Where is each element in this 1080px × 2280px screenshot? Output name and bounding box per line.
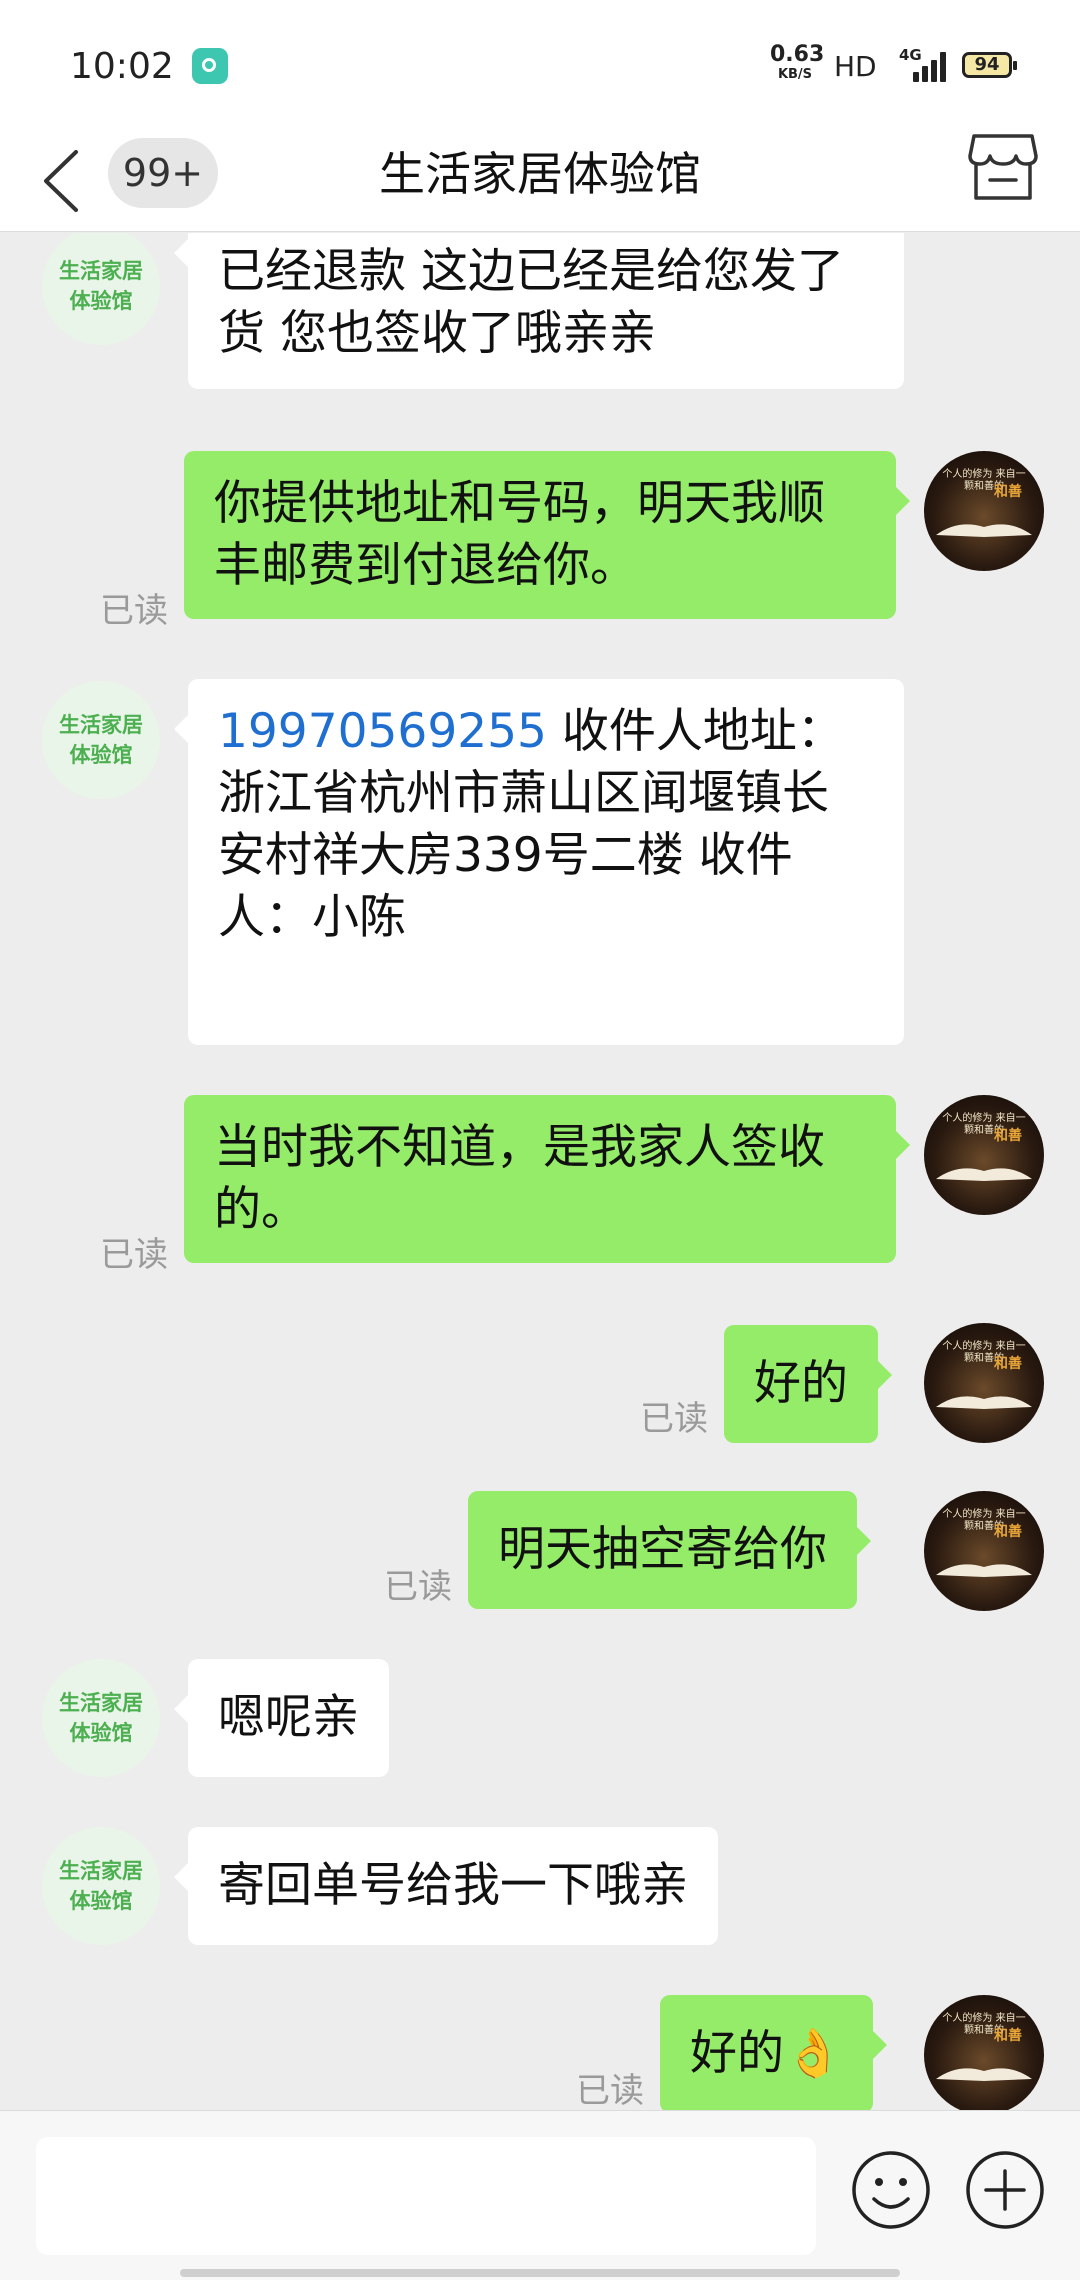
- shop-avatar-label: 生活家居体验馆: [59, 1691, 143, 1745]
- unread-count-badge[interactable]: 99+: [108, 138, 218, 208]
- shop-avatar[interactable]: 生活家居体验馆: [42, 681, 160, 799]
- network-speed-value: 0.63: [770, 42, 825, 67]
- message-bubble-received[interactable]: 已经退款 这边已经是给您发了货 您也签收了哦亲亲: [174, 233, 904, 389]
- gesture-bar: [180, 2269, 900, 2277]
- phone-link[interactable]: 19970569255: [218, 704, 547, 759]
- back-arrow-icon[interactable]: [40, 148, 84, 214]
- message-list[interactable]: 生活家居体验馆 已经退款 这边已经是给您发了货 您也签收了哦亲亲 已读 你提供地…: [0, 233, 1080, 2110]
- shop-avatar[interactable]: 生活家居体验馆: [42, 233, 160, 345]
- user-avatar-highlight: 和善: [994, 1128, 1022, 1144]
- smiley-icon[interactable]: [850, 2149, 932, 2231]
- message-bubble-sent[interactable]: 明天抽空寄给你: [468, 1491, 871, 1609]
- read-status: 已读: [384, 1567, 452, 1607]
- message-bubble-received[interactable]: 寄回单号给我一下哦亲: [174, 1827, 718, 1945]
- read-status: 已读: [100, 591, 168, 631]
- book-image: [936, 2068, 1032, 2081]
- ok-hand-emoji-icon: 👌: [784, 2026, 843, 2081]
- message-bubble-sent[interactable]: 好的: [724, 1325, 892, 1443]
- user-avatar[interactable]: 个人的修为 来自一颗和善的 和善: [924, 1491, 1044, 1611]
- user-avatar-highlight: 和善: [994, 484, 1022, 500]
- input-bar: [0, 2110, 1080, 2280]
- app-notification-icon: [192, 48, 228, 84]
- book-image: [936, 1168, 1032, 1181]
- user-avatar[interactable]: 个人的修为 来自一颗和善的 和善: [924, 451, 1044, 571]
- shop-avatar-label: 生活家居体验馆: [59, 259, 143, 313]
- status-time: 10:02: [70, 46, 174, 87]
- message-input[interactable]: [36, 2137, 816, 2255]
- user-avatar[interactable]: 个人的修为 来自一颗和善的 和善: [924, 1323, 1044, 1443]
- user-avatar-highlight: 和善: [994, 1356, 1022, 1372]
- hd-indicator: HD: [834, 50, 877, 83]
- message-bubble-received[interactable]: 嗯呢亲: [174, 1659, 389, 1777]
- book-image: [936, 1564, 1032, 1577]
- shop-avatar[interactable]: 生活家居体验馆: [42, 1659, 160, 1777]
- book-image: [936, 524, 1032, 537]
- battery-icon: 94: [962, 52, 1017, 78]
- message-bubble-sent[interactable]: 好的👌: [660, 1995, 887, 2110]
- read-status: 已读: [640, 1399, 708, 1439]
- plus-icon[interactable]: [964, 2149, 1046, 2231]
- message-text: 好的: [690, 2026, 784, 2081]
- message-bubble-sent[interactable]: 当时我不知道，是我家人签收的。: [184, 1095, 910, 1263]
- message-bubble-sent[interactable]: 你提供地址和号码，明天我顺丰邮费到付退给你。: [184, 451, 910, 619]
- shop-avatar-label: 生活家居体验馆: [59, 1859, 143, 1913]
- user-avatar[interactable]: 个人的修为 来自一颗和善的 和善: [924, 1095, 1044, 1215]
- user-avatar[interactable]: 个人的修为 来自一颗和善的 和善: [924, 1995, 1044, 2110]
- user-avatar-highlight: 和善: [994, 1524, 1022, 1540]
- read-status: 已读: [100, 1235, 168, 1275]
- read-status: 已读: [576, 2071, 644, 2110]
- network-speed-unit: KB/S: [777, 67, 813, 82]
- chat-header: 生活家居体验馆 99+: [0, 116, 1080, 232]
- status-bar: 10:02 0.63 KB/S HD 4G 94: [0, 0, 1080, 116]
- signal-icon: [905, 48, 946, 82]
- network-speed: 0.63 KB/S: [770, 42, 825, 82]
- shop-avatar-label: 生活家居体验馆: [59, 713, 143, 767]
- shop-avatar[interactable]: 生活家居体验馆: [42, 1827, 160, 1945]
- user-avatar-highlight: 和善: [994, 2028, 1022, 2044]
- book-image: [936, 1396, 1032, 1409]
- message-bubble-received[interactable]: 19970569255 收件人地址：浙江省杭州市萧山区闻堰镇长安村祥大房339号…: [174, 679, 904, 1045]
- store-icon[interactable]: [968, 132, 1038, 204]
